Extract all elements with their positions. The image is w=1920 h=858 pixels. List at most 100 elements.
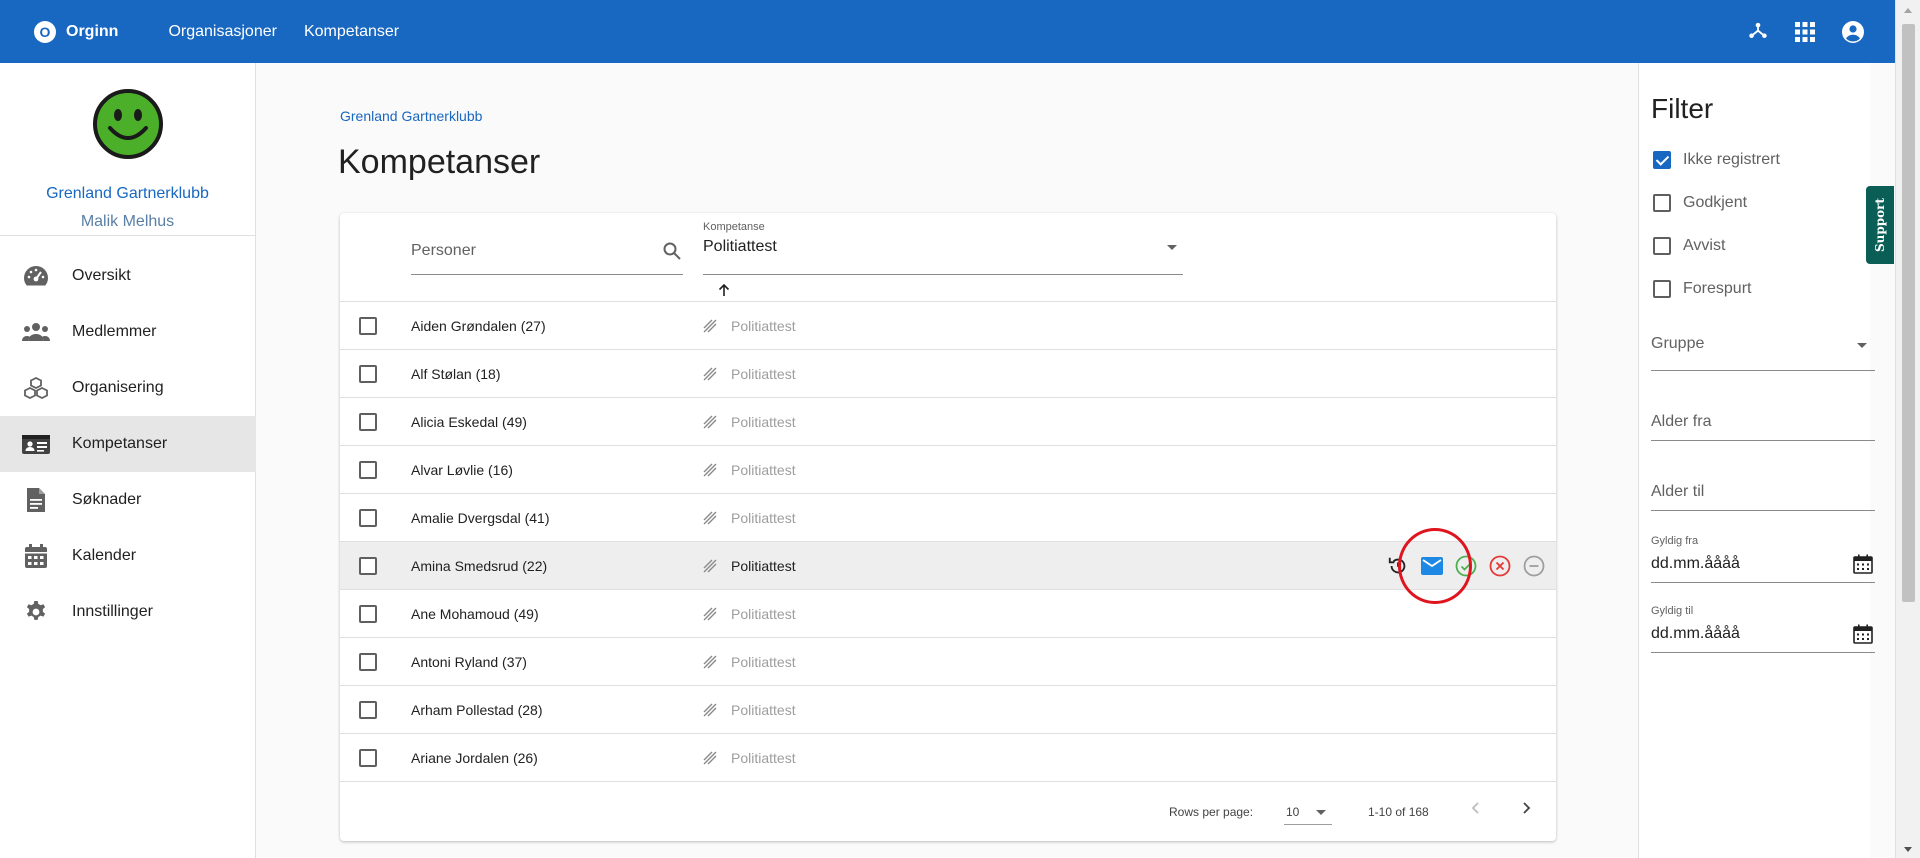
nav-organisasjoner[interactable]: Organisasjoner — [168, 23, 277, 41]
table-row[interactable]: Arham Pollestad (28) Politiattest — [340, 686, 1556, 734]
age-from-input[interactable]: Alder fra — [1651, 403, 1875, 441]
nav-kompetanser[interactable]: Kompetanser — [304, 23, 399, 41]
not-registered-icon — [703, 607, 717, 626]
sidebar-item-kalender[interactable]: Kalender — [0, 528, 256, 584]
table-row[interactable]: Aiden Grøndalen (27) Politiattest — [340, 302, 1556, 350]
person-name: Ane Mohamoud (49) — [411, 606, 539, 622]
filter-check-label: Avvist — [1683, 237, 1726, 254]
row-checkbox[interactable] — [359, 365, 377, 383]
sidebar-item-oversikt[interactable]: Oversikt — [0, 248, 256, 304]
checkbox[interactable] — [1653, 194, 1671, 212]
support-label: Support — [1873, 197, 1888, 253]
competence-select-value: Politiattest — [703, 238, 777, 255]
sidebar-item-kompetanser[interactable]: Kompetanser — [0, 416, 256, 472]
scrollbar-thumb[interactable] — [1902, 24, 1915, 602]
competence-name: Politiattest — [731, 702, 796, 718]
sidebar-item-innstillinger[interactable]: Innstillinger — [0, 584, 256, 640]
remove-icon[interactable] — [1522, 554, 1546, 578]
row-checkbox[interactable] — [359, 509, 377, 527]
chevron-left-icon[interactable] — [1468, 800, 1484, 819]
table-row[interactable]: Ariane Jordalen (26) Politiattest — [340, 734, 1556, 782]
person-name: Alf Stølan (18) — [411, 366, 501, 382]
support-tab[interactable]: Support — [1866, 186, 1894, 264]
sidebar-item-label: Kalender — [72, 547, 137, 564]
sidebar-item-label: Innstillinger — [72, 603, 153, 620]
person-search-input[interactable] — [411, 233, 651, 269]
row-checkbox[interactable] — [359, 605, 377, 623]
page-title: Kompetanser — [338, 143, 541, 181]
sidebar-item-soknader[interactable]: Søknader — [0, 472, 256, 528]
rows-per-page-select[interactable]: 10 — [1284, 797, 1332, 825]
row-checkbox[interactable] — [359, 701, 377, 719]
filter-check-godkjent[interactable]: Godkjent — [1653, 194, 1747, 212]
row-checkbox[interactable] — [359, 461, 377, 479]
group-select[interactable]: Gruppe — [1651, 325, 1875, 371]
valid-to-date-input[interactable]: Gyldig til dd.mm.åååå — [1651, 605, 1875, 653]
brand-badge: O — [34, 20, 56, 43]
person-name: Ariane Jordalen (26) — [411, 750, 538, 766]
history-icon[interactable] — [1386, 554, 1410, 578]
approve-icon[interactable] — [1454, 554, 1478, 578]
table-row[interactable]: Antoni Ryland (37) Politiattest — [340, 638, 1556, 686]
row-checkbox[interactable] — [359, 749, 377, 767]
sort-ascending-icon[interactable] — [717, 283, 731, 302]
calendar-icon — [22, 542, 50, 570]
breadcrumb[interactable]: Grenland Gartnerklubb — [340, 108, 482, 124]
pagination-range: 1-10 of 168 — [1368, 805, 1429, 819]
rows-per-page-label: Rows per page: — [1169, 805, 1254, 819]
not-registered-icon — [703, 463, 717, 482]
row-checkbox[interactable] — [359, 413, 377, 431]
apps-grid-icon[interactable] — [1795, 21, 1815, 42]
table-body: Aiden Grøndalen (27) Politiattest Alf St… — [340, 302, 1556, 782]
valid-from-date-input[interactable]: Gyldig fra dd.mm.åååå — [1651, 535, 1875, 583]
app-bar: O Orginn Organisasjoner Kompetanser — [0, 0, 1895, 63]
checkbox-checked[interactable] — [1653, 151, 1671, 169]
scroll-up-arrow-icon[interactable] — [1904, 8, 1912, 13]
valid-from-label: Gyldig fra — [1651, 535, 1699, 547]
speedometer-icon — [22, 262, 50, 290]
chevron-right-icon[interactable] — [1518, 800, 1534, 819]
hierarchy-icon[interactable] — [1747, 21, 1769, 43]
org-name[interactable]: Grenland Gartnerklubb — [0, 185, 255, 203]
sidebar-item-organisering[interactable]: Organisering — [0, 360, 256, 416]
checkbox[interactable] — [1653, 280, 1671, 298]
row-checkbox[interactable] — [359, 557, 377, 575]
competence-name: Politiattest — [731, 510, 796, 526]
calendar-icon[interactable] — [1853, 554, 1873, 579]
reject-icon[interactable] — [1488, 554, 1512, 578]
person-search-field — [411, 233, 683, 275]
not-registered-icon — [703, 319, 717, 338]
account-circle-icon[interactable] — [1841, 20, 1865, 44]
row-checkbox[interactable] — [359, 653, 377, 671]
calendar-icon[interactable] — [1853, 624, 1873, 649]
sidebar-item-medlemmer[interactable]: Medlemmer — [0, 304, 256, 360]
filter-check-ikke-registrert[interactable]: Ikke registrert — [1653, 151, 1780, 169]
not-registered-icon — [703, 751, 717, 770]
smiley-avatar — [93, 89, 163, 159]
checkbox[interactable] — [1653, 237, 1671, 255]
filter-check-avvist[interactable]: Avvist — [1653, 237, 1725, 255]
search-icon[interactable] — [663, 242, 681, 265]
sidebar-item-label: Medlemmer — [72, 323, 157, 340]
competence-select[interactable]: Kompetanse Politiattest — [703, 217, 1183, 275]
table-row[interactable]: Ane Mohamoud (49) Politiattest — [340, 590, 1556, 638]
person-name: Arham Pollestad (28) — [411, 702, 543, 718]
sidebar-item-label: Organisering — [72, 379, 164, 396]
table-row[interactable]: Alicia Eskedal (49) Politiattest — [340, 398, 1556, 446]
user-name: Malik Melhus — [80, 213, 175, 230]
page-scrollbar[interactable] — [1895, 0, 1920, 858]
table-row[interactable]: Alf Stølan (18) Politiattest — [340, 350, 1556, 398]
filter-check-forespurt[interactable]: Forespurt — [1653, 280, 1751, 298]
chevron-down-icon — [1316, 810, 1326, 815]
sidebar-item-label: Kompetanser — [72, 435, 168, 452]
scroll-down-arrow-icon[interactable] — [1904, 847, 1912, 852]
table-footer: Rows per page: 10 1-10 of 168 — [340, 783, 1556, 841]
email-request-icon[interactable] — [1420, 554, 1444, 578]
table-row-hovered[interactable]: Amina Smedsrud (22) Politiattest — [340, 528, 1556, 604]
brand-logo[interactable]: O Orginn — [34, 20, 118, 43]
table-row[interactable]: Alvar Løvlie (16) Politiattest — [340, 446, 1556, 494]
age-to-input[interactable]: Alder til — [1651, 473, 1875, 511]
row-checkbox[interactable] — [359, 317, 377, 335]
not-registered-icon — [703, 655, 717, 674]
table-row[interactable]: Amalie Dvergsdal (41) Politiattest — [340, 494, 1556, 542]
